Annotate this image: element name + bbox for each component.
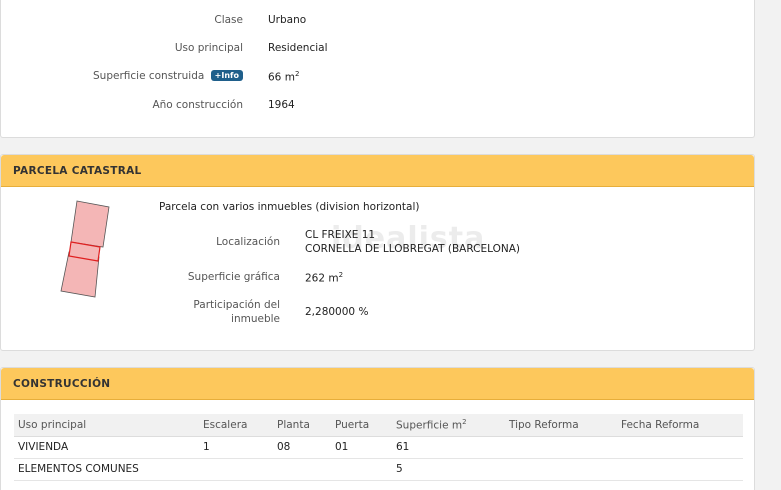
clase-label: Clase (214, 14, 243, 26)
column-header: Puerta (331, 414, 392, 437)
localizacion-label: Localización (216, 236, 280, 248)
table-cell (505, 436, 617, 459)
table-cell (505, 458, 617, 481)
table-row: VIVIENDA 1 08 01 61 (14, 436, 743, 459)
table-cell: 61 (392, 436, 505, 459)
parcela-description: Parcela con varios inmuebles (division h… (159, 201, 420, 213)
inmueble-card: Clase Urbano Uso principal Residencial S… (0, 0, 755, 138)
superficie-construida-value: 66 m2 (268, 70, 299, 84)
uso-principal-label: Uso principal (174, 42, 243, 54)
table-cell: VIVIENDA (14, 436, 199, 459)
table-header-row: Uso principal Escalera Planta Puerta Sup… (14, 414, 743, 437)
parcel-upper-shape (70, 200, 110, 248)
superficie-unit-sup: 2 (294, 70, 300, 78)
column-header: Tipo Reforma (505, 414, 617, 437)
superficie-grafica-number: 262 m (305, 272, 339, 285)
superficie-grafica-label: Superficie gráfica (187, 271, 280, 283)
table-cell: 01 (331, 436, 392, 459)
parcela-catastral-card: PARCELA CATASTRAL idealista Parcela con … (0, 154, 755, 351)
participacion-label-line2: inmueble (231, 313, 280, 325)
table-cell: 1 (199, 436, 273, 459)
table-cell (199, 458, 273, 481)
participacion-label-line1: Participación del (193, 299, 280, 311)
superficie-grafica-value: 262 m2 (305, 271, 343, 285)
table-cell: 08 (273, 436, 331, 459)
column-header: Uso principal (14, 414, 199, 437)
construccion-header: CONSTRUCCIÓN (1, 368, 754, 400)
anio-construccion-value: 1964 (268, 99, 295, 111)
superficie-grafica-sup: 2 (338, 271, 344, 279)
superficie-construida-text: Superficie construida (93, 70, 205, 82)
participacion-value: 2,280000 % (305, 306, 369, 318)
construccion-table: Uso principal Escalera Planta Puerta Sup… (14, 414, 743, 481)
construccion-card: CONSTRUCCIÓN Uso principal Escalera Plan… (0, 367, 755, 490)
table-cell (617, 436, 743, 459)
column-header-superficie-sup: 2 (462, 418, 467, 426)
uso-principal-value: Residencial (268, 42, 328, 54)
table-cell: 5 (392, 458, 505, 481)
clase-value: Urbano (268, 14, 307, 26)
superficie-construida-label: Superficie construida +Info (93, 70, 243, 82)
parcel-map-image[interactable] (55, 197, 115, 301)
table-row: ELEMENTOS COMUNES 5 (14, 458, 743, 481)
table-cell (331, 458, 392, 481)
parcela-catastral-title: PARCELA CATASTRAL (13, 165, 142, 177)
table-cell (273, 458, 331, 481)
construccion-title: CONSTRUCCIÓN (13, 378, 111, 390)
superficie-construida-number: 66 m (268, 71, 295, 84)
column-header-superficie: Superficie m2 (392, 414, 505, 437)
column-header: Escalera (199, 414, 273, 437)
localizacion-line2: CORNELLA DE LLOBREGAT (BARCELONA) (305, 243, 520, 255)
anio-construccion-label: Año construcción (152, 99, 243, 111)
localizacion-line1: CL FREIXE 11 (305, 229, 376, 241)
parcela-catastral-header: PARCELA CATASTRAL (1, 155, 754, 187)
info-badge-button[interactable]: +Info (210, 70, 243, 81)
table-cell (617, 458, 743, 481)
column-header-superficie-text: Superficie m (396, 419, 463, 432)
column-header: Planta (273, 414, 331, 437)
table-cell: ELEMENTOS COMUNES (14, 458, 199, 481)
column-header: Fecha Reforma (617, 414, 743, 437)
